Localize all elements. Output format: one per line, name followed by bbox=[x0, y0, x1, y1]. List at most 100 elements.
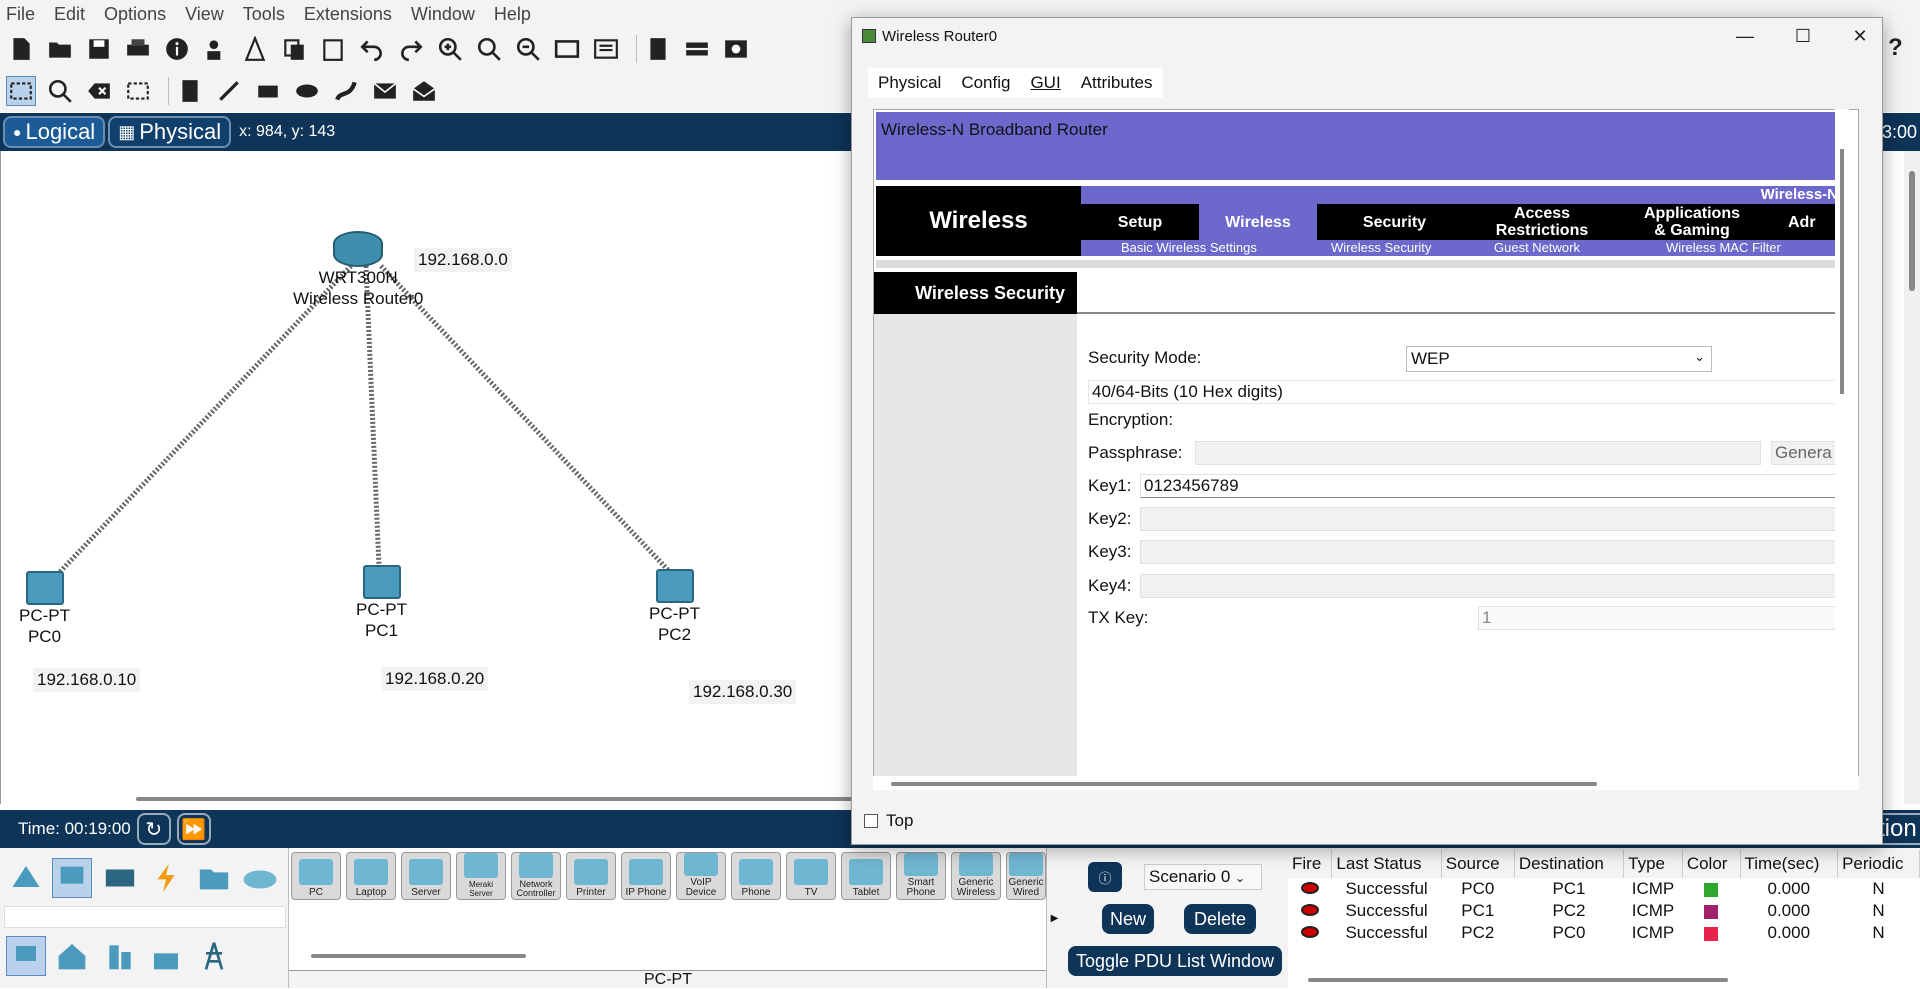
device-server[interactable]: Server bbox=[401, 852, 451, 900]
menu-extensions[interactable]: Extensions bbox=[304, 4, 392, 25]
redo-icon[interactable] bbox=[396, 34, 426, 64]
key3-input[interactable] bbox=[1140, 540, 1840, 564]
document-icon[interactable] bbox=[643, 34, 673, 64]
gui-vscroll[interactable] bbox=[1835, 109, 1849, 775]
physical-mode-button[interactable]: ▦ Physical bbox=[108, 116, 232, 148]
custom-device-icon[interactable] bbox=[591, 34, 621, 64]
minimize-button[interactable]: — bbox=[1722, 18, 1768, 54]
menu-edit[interactable]: Edit bbox=[54, 4, 85, 25]
gui-vscroll-thumb[interactable] bbox=[1840, 149, 1844, 394]
open-folder-icon[interactable] bbox=[45, 34, 75, 64]
col-last-status[interactable]: Last Status bbox=[1331, 850, 1442, 878]
network-info-icon[interactable] bbox=[240, 34, 270, 64]
paste-icon[interactable] bbox=[318, 34, 348, 64]
router-device[interactable]: WRT300N Wireless Router0 bbox=[293, 231, 423, 309]
menu-help[interactable]: Help bbox=[494, 4, 531, 25]
resize-icon[interactable] bbox=[123, 76, 153, 106]
device-ip-phone[interactable]: IP Phone bbox=[621, 852, 671, 900]
device-tablet[interactable]: Tablet bbox=[841, 852, 891, 900]
network-devices-category-icon[interactable] bbox=[6, 858, 46, 898]
save-icon[interactable] bbox=[84, 34, 114, 64]
device-laptop[interactable]: Laptop bbox=[346, 852, 396, 900]
line-icon[interactable] bbox=[214, 76, 244, 106]
device-meraki-server[interactable]: Meraki Server bbox=[456, 852, 506, 900]
simple-pdu-icon[interactable] bbox=[370, 76, 400, 106]
fire-icon[interactable] bbox=[1300, 904, 1319, 916]
passphrase-input[interactable] bbox=[1195, 441, 1761, 465]
pdu-info-button[interactable]: ⓘ bbox=[1088, 862, 1122, 892]
pc0-ip-note[interactable]: 192.168.0.10 bbox=[33, 668, 141, 692]
device-generic-wireless[interactable]: Generic Wireless bbox=[951, 852, 1001, 900]
screenshot-icon[interactable] bbox=[721, 34, 751, 64]
gui-hscroll-thumb[interactable] bbox=[891, 782, 1597, 786]
end-devices-category-icon[interactable] bbox=[52, 858, 92, 898]
router-ip-note[interactable]: 192.168.0.0 bbox=[414, 248, 512, 272]
pc0-device[interactable]: PC-PT PC0 bbox=[19, 571, 70, 647]
connections-category-icon[interactable] bbox=[146, 858, 186, 898]
col-type[interactable]: Type bbox=[1623, 850, 1683, 878]
col-destination[interactable]: Destination bbox=[1514, 850, 1625, 878]
device-pc[interactable]: PC bbox=[291, 852, 341, 900]
nav-applications-gaming[interactable]: Applications & Gaming bbox=[1612, 204, 1772, 240]
info-icon[interactable] bbox=[162, 34, 192, 64]
col-color[interactable]: Color bbox=[1682, 850, 1741, 878]
col-fire[interactable]: Fire bbox=[1288, 850, 1333, 878]
col-source[interactable]: Source bbox=[1441, 850, 1515, 878]
pc-subcategory-icon[interactable] bbox=[6, 936, 46, 976]
workspace-vscroll-thumb[interactable] bbox=[1909, 171, 1915, 291]
logical-mode-button[interactable]: ● Logical bbox=[3, 116, 106, 148]
device-phone[interactable]: Phone bbox=[731, 852, 781, 900]
gui-hscroll[interactable] bbox=[873, 776, 1859, 790]
workspace-vscroll[interactable] bbox=[1904, 151, 1920, 804]
workspace-hscroll-thumb[interactable] bbox=[136, 797, 856, 801]
palette-icon[interactable] bbox=[552, 34, 582, 64]
menu-view[interactable]: View bbox=[185, 4, 224, 25]
copy-icon[interactable] bbox=[279, 34, 309, 64]
device-printer[interactable]: Printer bbox=[566, 852, 616, 900]
toggle-pdu-list-button[interactable]: Toggle PDU List Window bbox=[1068, 946, 1282, 976]
power-cycle-button[interactable]: ↻ bbox=[136, 813, 171, 845]
delete-icon[interactable] bbox=[84, 76, 114, 106]
nav-access-restrictions[interactable]: Access Restrictions bbox=[1472, 204, 1612, 240]
complex-pdu-icon[interactable] bbox=[409, 76, 439, 106]
pc1-device[interactable]: PC-PT PC1 bbox=[356, 565, 407, 641]
scenario-select[interactable]: Scenario 0 ⌄ bbox=[1144, 864, 1262, 890]
subnav-mac-filter[interactable]: Wireless MAC Filter bbox=[1666, 240, 1781, 255]
device-tv[interactable]: TV bbox=[786, 852, 836, 900]
maximize-button[interactable]: ☐ bbox=[1780, 18, 1826, 54]
subnav-wireless-security[interactable]: Wireless Security bbox=[1331, 240, 1431, 255]
ellipse-icon[interactable] bbox=[292, 76, 322, 106]
help-icon[interactable]: ? bbox=[1888, 34, 1903, 62]
subnav-basic-wireless[interactable]: Basic Wireless Settings bbox=[1121, 240, 1257, 255]
table-row[interactable]: Successful PC2 PC0 ICMP 0.000 N bbox=[1288, 922, 1920, 944]
zoom-reset-icon[interactable] bbox=[474, 34, 504, 64]
inspect-icon[interactable] bbox=[45, 76, 75, 106]
nav-setup[interactable]: Setup bbox=[1081, 204, 1199, 240]
table-row[interactable]: Successful PC1 PC2 ICMP 0.000 N bbox=[1288, 900, 1920, 922]
industrial-subcategory-icon[interactable] bbox=[146, 936, 186, 976]
txkey-select[interactable]: 1 bbox=[1478, 606, 1840, 630]
table-row[interactable]: Successful PC0 PC1 ICMP 0.000 N bbox=[1288, 878, 1920, 900]
device-voip[interactable]: VoIP Device bbox=[676, 852, 726, 900]
nav-wireless[interactable]: Wireless bbox=[1199, 204, 1317, 240]
device-stack-icon[interactable] bbox=[682, 34, 712, 64]
key1-input[interactable]: 0123456789 bbox=[1140, 474, 1840, 498]
smart-city-subcategory-icon[interactable] bbox=[100, 936, 140, 976]
select-icon[interactable] bbox=[6, 76, 36, 106]
tab-gui[interactable]: GUI bbox=[1020, 68, 1070, 98]
wizard-icon[interactable] bbox=[201, 34, 231, 64]
close-button[interactable]: ✕ bbox=[1837, 18, 1883, 54]
note-icon[interactable] bbox=[175, 76, 205, 106]
zoom-out-icon[interactable] bbox=[513, 34, 543, 64]
menu-window[interactable]: Window bbox=[411, 4, 475, 25]
pc2-device[interactable]: PC-PT PC2 bbox=[649, 569, 700, 645]
rectangle-icon[interactable] bbox=[253, 76, 283, 106]
pdu-hscroll-thumb[interactable] bbox=[1308, 978, 1728, 982]
key2-input[interactable] bbox=[1140, 507, 1840, 531]
menu-tools[interactable]: Tools bbox=[243, 4, 285, 25]
generate-button[interactable]: Genera bbox=[1771, 441, 1840, 465]
zoom-in-icon[interactable] bbox=[435, 34, 465, 64]
panel-splitter[interactable]: ▶ bbox=[1046, 848, 1062, 988]
fire-icon[interactable] bbox=[1300, 882, 1319, 894]
power-grid-subcategory-icon[interactable] bbox=[194, 936, 234, 976]
